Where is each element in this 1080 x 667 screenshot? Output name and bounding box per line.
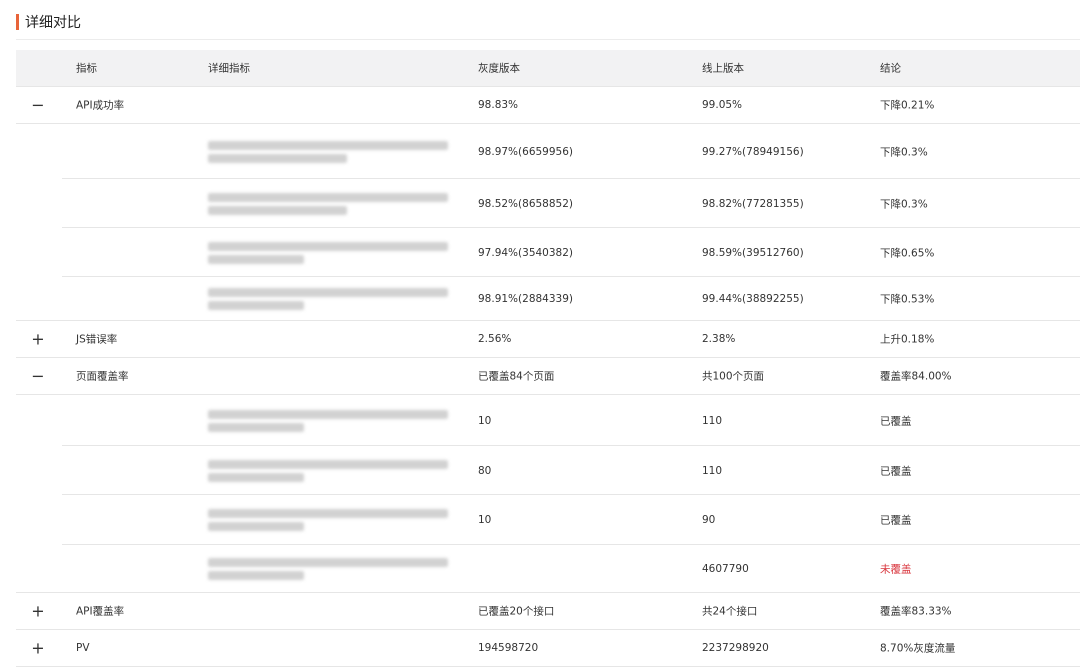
conclusion-value-uncovered: 未覆盖 (880, 563, 912, 575)
table-subrow: 98.91%(2884339) 99.44%(38892255) 下降0.53% (16, 277, 1080, 321)
table-subrow: 97.94%(3540382) 98.59%(39512760) 下降0.65% (16, 228, 1080, 277)
gray-value: 已覆盖84个页面 (478, 370, 555, 383)
metric-label: 页面覆盖率 (76, 370, 129, 383)
table-header: 指标 详细指标 灰度版本 线上版本 结论 (16, 50, 1080, 87)
conclusion-value: 已覆盖 (880, 465, 912, 477)
online-value: 110 (702, 414, 723, 427)
conclusion-value: 下降0.3% (880, 198, 928, 210)
minus-icon[interactable]: − (30, 367, 46, 386)
metric-label: API覆盖率 (76, 605, 125, 618)
redacted-detail (208, 456, 448, 486)
table-row-js-error: + JS错误率 2.56% 2.38% 上升0.18% (16, 321, 1080, 358)
redacted-detail (208, 505, 448, 535)
online-value: 2237298920 (702, 642, 769, 654)
online-value: 共100个页面 (702, 370, 765, 383)
table-row-pv: + PV 194598720 2237298920 8.70%灰度流量 (16, 630, 1080, 667)
conclusion-value: 下降0.3% (880, 146, 928, 158)
online-value: 98.59%(39512760) (702, 246, 804, 259)
metric-label: JS错误率 (76, 333, 118, 346)
online-value: 110 (702, 464, 723, 477)
gray-value: 98.97%(6659956) (478, 145, 573, 158)
online-value: 99.05% (702, 99, 743, 111)
table-row-api-coverage: + API覆盖率 已覆盖20个接口 共24个接口 覆盖率83.33% (16, 593, 1080, 630)
online-value: 90 (702, 514, 716, 526)
minus-icon[interactable]: − (30, 96, 46, 115)
divider (16, 39, 1080, 40)
table-row-page-coverage: − 页面覆盖率 已覆盖84个页面 共100个页面 覆盖率84.00% (16, 358, 1080, 395)
table-subrow: 98.52%(8658852) 98.82%(77281355) 下降0.3% (16, 179, 1080, 228)
table-subrow: 98.97%(6659956) 99.27%(78949156) 下降0.3% (16, 124, 1080, 179)
redacted-detail (208, 189, 448, 219)
conclusion-value: 已覆盖 (880, 514, 912, 527)
table-subrow: 80 110 已覆盖 (16, 446, 1080, 495)
conclusion-value: 覆盖率84.00% (880, 370, 952, 383)
online-value: 2.38% (702, 333, 736, 345)
conclusion-value: 8.70%灰度流量 (880, 642, 956, 655)
conclusion-value: 下降0.53% (880, 293, 935, 305)
redacted-detail (208, 406, 448, 436)
gray-value: 10 (478, 414, 492, 427)
section-title: 详细对比 (25, 15, 81, 31)
online-value: 4607790 (702, 562, 749, 575)
plus-icon[interactable]: + (30, 639, 46, 658)
title-accent-bar (16, 14, 19, 30)
section-header: 详细对比 (16, 10, 81, 34)
gray-value: 2.56% (478, 333, 512, 345)
metric-label: PV (76, 642, 90, 654)
conclusion-value: 下降0.21% (880, 99, 935, 112)
online-value: 99.27%(78949156) (702, 145, 804, 158)
redacted-detail (208, 554, 448, 584)
gray-value: 98.91%(2884339) (478, 292, 573, 305)
conclusion-value: 下降0.65% (880, 247, 935, 259)
header-detail: 详细指标 (208, 62, 250, 75)
table-subrow: 4607790 未覆盖 (16, 545, 1080, 593)
header-online: 线上版本 (702, 62, 744, 75)
plus-icon[interactable]: + (30, 602, 46, 621)
plus-icon[interactable]: + (30, 330, 46, 349)
header-metric: 指标 (76, 62, 97, 75)
conclusion-value: 上升0.18% (880, 333, 935, 346)
metric-label: API成功率 (76, 99, 125, 112)
gray-value: 80 (478, 464, 492, 477)
table-subrow: 10 110 已覆盖 (16, 395, 1080, 446)
gray-value: 10 (478, 514, 492, 526)
gray-value: 98.83% (478, 99, 519, 111)
comparison-table: 指标 详细指标 灰度版本 线上版本 结论 − API成功率 98.83% 99.… (16, 50, 1080, 667)
redacted-detail (208, 238, 448, 268)
header-conclusion: 结论 (880, 62, 901, 75)
header-gray: 灰度版本 (478, 62, 520, 75)
conclusion-value: 覆盖率83.33% (880, 605, 952, 618)
redacted-detail (208, 137, 448, 167)
online-value: 98.82%(77281355) (702, 197, 804, 210)
gray-value: 194598720 (478, 642, 539, 654)
gray-value: 97.94%(3540382) (478, 246, 573, 259)
redacted-detail (208, 284, 448, 314)
online-value: 99.44%(38892255) (702, 292, 804, 305)
conclusion-value: 已覆盖 (880, 415, 912, 427)
gray-value: 已覆盖20个接口 (478, 605, 555, 618)
gray-value: 98.52%(8658852) (478, 197, 573, 210)
table-row-api-success: − API成功率 98.83% 99.05% 下降0.21% (16, 87, 1080, 124)
table-subrow: 10 90 已覆盖 (16, 495, 1080, 545)
online-value: 共24个接口 (702, 605, 758, 618)
